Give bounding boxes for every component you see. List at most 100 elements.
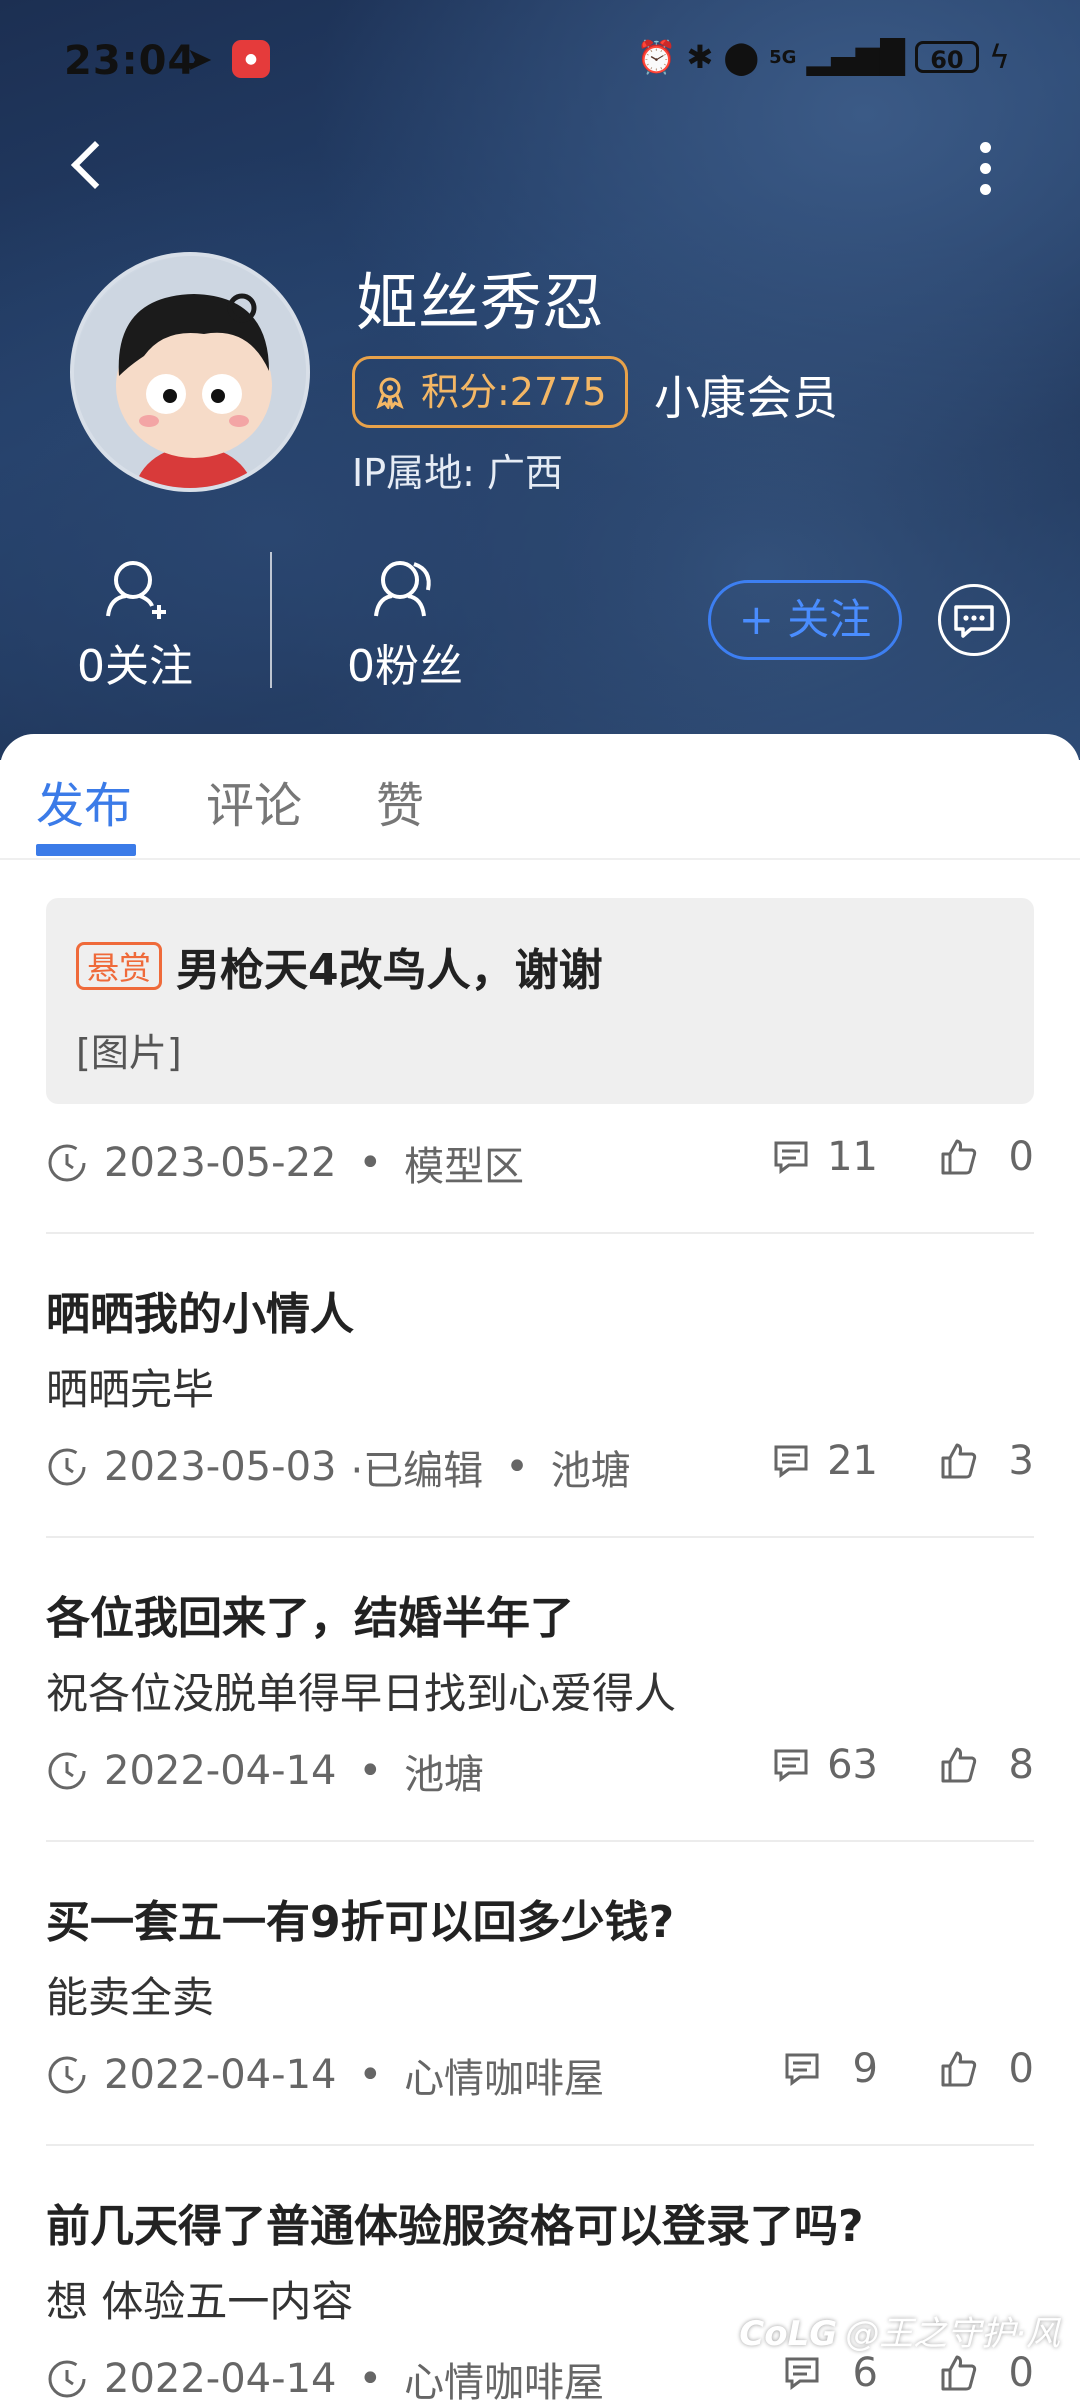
comment-icon [774, 1749, 808, 1782]
profile-name: 姬丝秀忍 [356, 266, 605, 339]
thumbs-up-icon[interactable] [938, 2049, 978, 2089]
thumbs-up-icon[interactable] [938, 1745, 978, 1785]
post-meta: 2023-05-03 ·已编辑 • 池塘 21 3 [46, 1438, 1034, 1494]
active-tab-indicator [36, 844, 136, 856]
post-meta: 2022-04-14 • 心情咖啡屋 6 0 [46, 2350, 1034, 2406]
follow-button[interactable]: + 关注 [708, 580, 902, 660]
status-time: 23:04 [64, 38, 197, 84]
post-body: 祝各位没脱单得早日找到心爱得人 [46, 1669, 677, 1718]
fans-stat[interactable]: 0粉丝 [340, 556, 470, 694]
comment-icon [774, 1445, 808, 1478]
like-count: 8 [1008, 1742, 1034, 1788]
charging-icon: ϟ [988, 38, 1010, 76]
like-count: 0 [1008, 1134, 1034, 1180]
post-divider [46, 2144, 1034, 2146]
post-date: 2023-05-22 [104, 1140, 337, 1186]
post-card[interactable]: 悬赏 男枪天4改鸟人，谢谢 [图片] [46, 898, 1034, 1104]
clock-icon [48, 1144, 86, 1182]
post-body: 晒晒完毕 [46, 1365, 215, 1414]
post-board[interactable]: 模型区 [404, 1134, 524, 1192]
meta-separator: • [358, 2052, 383, 2098]
comment-count: 63 [827, 1742, 878, 1788]
fans-icon [374, 561, 431, 617]
post-card[interactable]: 买一套五一有9折可以回多少钱? 能卖全卖 2022-04-14 • 心情咖啡屋 … [46, 1886, 1034, 2102]
comment-icon [785, 2053, 819, 2086]
post-date: 2022-04-14 [104, 1748, 337, 1794]
comment-count: 21 [827, 1438, 878, 1484]
more-options-button[interactable] [970, 136, 1000, 206]
post-date: 2022-04-14 [104, 2052, 337, 2098]
watermark-logo: CoLG [739, 2314, 838, 2354]
like-count: 0 [1008, 2350, 1034, 2396]
post-board[interactable]: 心情咖啡屋 [404, 2046, 604, 2104]
location-icon: ⬤ [723, 38, 760, 76]
points-badge[interactable]: 积分:2775 [352, 356, 628, 428]
stat-divider [270, 552, 272, 688]
chat-icon [954, 605, 994, 638]
thumbs-up-icon[interactable] [938, 1441, 978, 1481]
post-meta: 2023-05-22 • 模型区 11 0 [46, 1134, 1034, 1190]
message-button[interactable] [938, 584, 1010, 656]
network-type: 5G [769, 46, 797, 68]
meta-separator: • [358, 1748, 383, 1794]
post-divider [46, 1536, 1034, 1538]
ip-location: IP属地: 广西 [352, 451, 564, 495]
watermark-text: @王之守护·风 [845, 2314, 1060, 2354]
meta-separator: • [358, 1140, 383, 1186]
following-stat[interactable]: 0关注 [70, 556, 200, 694]
avatar[interactable] [70, 252, 310, 492]
post-meta: 2022-04-14 • 池塘 63 8 [46, 1742, 1034, 1798]
post-body: 能卖全卖 [46, 1973, 215, 2022]
post-board[interactable]: 心情咖啡屋 [404, 2350, 604, 2408]
back-button[interactable] [64, 136, 114, 196]
clock-icon [48, 1448, 86, 1486]
post-card[interactable]: 各位我回来了，结婚半年了 祝各位没脱单得早日找到心爱得人 2022-04-14 … [46, 1582, 1034, 1798]
tab-likes[interactable]: 赞 [376, 766, 424, 836]
status-bar: 23:04 ➤ ● ⏰ ✱ ⬤ 5G ▂▄▆█ 60 ϟ [0, 28, 1080, 98]
bounty-tag: 悬赏 [76, 942, 163, 990]
bluetooth-icon: ✱ [686, 38, 714, 76]
post-card[interactable]: 晒晒我的小情人 晒晒完毕 2023-05-03 ·已编辑 • 池塘 21 3 [46, 1278, 1034, 1494]
like-count: 3 [1008, 1438, 1034, 1484]
alarm-icon: ⏰ [636, 38, 677, 76]
post-divider [46, 1840, 1034, 1842]
post-meta: 2022-04-14 • 心情咖啡屋 9 0 [46, 2046, 1034, 2102]
battery-icon: 60 [914, 41, 979, 74]
clock-icon [48, 2360, 86, 2398]
following-icon [106, 561, 166, 619]
avatar-image [74, 256, 306, 488]
post-board[interactable]: 池塘 [404, 1742, 484, 1800]
following-count: 0关注 [77, 641, 193, 692]
content-panel: 发布 评论 赞 悬赏 男枪天4改鸟人，谢谢 [图片] 2023-05-22 • 模… [0, 734, 1080, 2406]
meta-separator: • [505, 1444, 529, 1490]
signal-icon: ▂▄▆█ [806, 38, 905, 76]
post-title: 晒晒我的小情人 [46, 1289, 354, 1340]
tab-bar: 发布 评论 赞 [0, 734, 1080, 860]
clock-icon [48, 2056, 86, 2094]
meta-separator: • [358, 2356, 383, 2402]
post-board[interactable]: 池塘 [551, 1438, 631, 1496]
post-title: 男枪天4改鸟人，谢谢 [176, 945, 603, 996]
post-title: 买一套五一有9折可以回多少钱? [46, 1897, 675, 1948]
points-label: 积分:2775 [421, 370, 607, 414]
thumbs-up-icon[interactable] [938, 1137, 978, 1177]
tab-comments[interactable]: 评论 [206, 766, 302, 836]
fans-count: 0粉丝 [347, 641, 463, 692]
post-divider [46, 1232, 1034, 1234]
tab-posts[interactable]: 发布 [36, 766, 132, 836]
post-date: 2023-05-03 [104, 1444, 337, 1490]
status-icons: ⏰ ✱ ⬤ 5G ▂▄▆█ 60 ϟ [637, 38, 1010, 76]
post-title-row: 悬赏 男枪天4改鸟人，谢谢 [76, 934, 603, 998]
like-count: 0 [1008, 2046, 1034, 2092]
comment-icon [785, 2357, 819, 2390]
send-icon: ➤ [186, 40, 213, 78]
post-edited: ·已编辑 [350, 1448, 484, 1494]
watermark: CoLG @王之守护·风 [739, 2306, 1060, 2355]
medal-icon [376, 377, 404, 409]
comment-count: 6 [852, 2350, 878, 2396]
post-body: [图片] [76, 1031, 182, 1075]
thumbs-up-icon[interactable] [938, 2353, 978, 2393]
comment-icon [774, 1141, 808, 1174]
post-title: 前几天得了普通体验服资格可以登录了吗? [46, 2201, 864, 2252]
post-date: 2022-04-14 [104, 2356, 337, 2402]
